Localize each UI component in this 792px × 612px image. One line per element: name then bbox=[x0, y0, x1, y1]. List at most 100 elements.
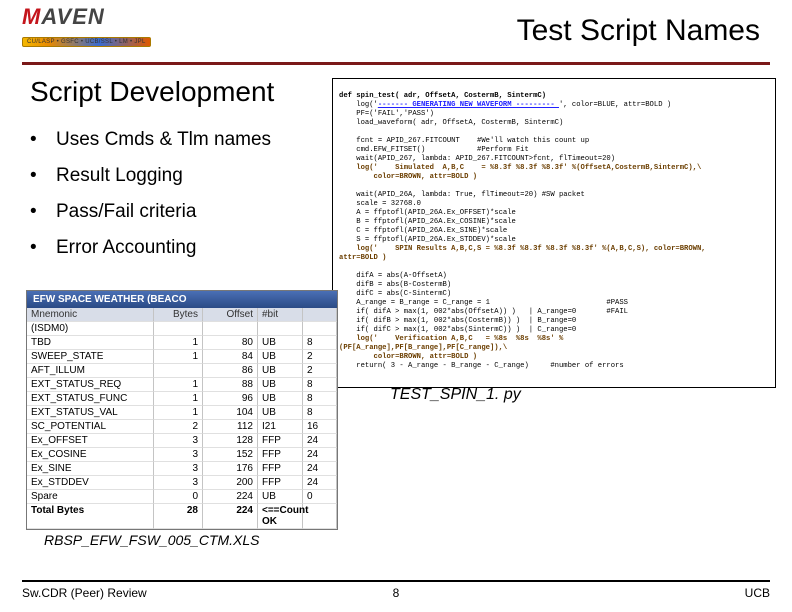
cell-of: 224 bbox=[203, 504, 258, 529]
code-line: C = ffptofl(APID_26A.Ex_SINE)*scale bbox=[339, 227, 507, 235]
code-line: S = ffptofl(APID_26A.Ex_STDDEV)*scale bbox=[339, 236, 516, 244]
cell-by: 3 bbox=[154, 434, 203, 448]
code-line: difB = abs(B-CostermB) bbox=[339, 281, 451, 289]
table-column-header: Mnemonic Bytes Offset #bit bbox=[27, 308, 337, 322]
bullet-text: Uses Cmds & Tlm names bbox=[56, 129, 271, 150]
col-offset: Offset bbox=[203, 308, 258, 322]
cell-mn: SWEEP_STATE bbox=[27, 350, 154, 364]
cell-no: 24 bbox=[303, 448, 337, 462]
cell-bi: FFP bbox=[258, 462, 303, 476]
cell-mn: Ex_COSINE bbox=[27, 448, 154, 462]
bullet-item: •Error Accounting bbox=[30, 230, 271, 266]
cell-no: 0 bbox=[303, 490, 337, 504]
code-line: log(' Simulated A,B,C = %8.3f %8.3f %8.3… bbox=[339, 164, 701, 172]
cell-by: 1 bbox=[154, 336, 203, 350]
cell-by: 2 bbox=[154, 420, 203, 434]
code-line: cmd.EFW_FITSET() #Perform Fit bbox=[339, 146, 529, 154]
code-line: wait(APID_26A, lambda: True, flTimeout=2… bbox=[339, 191, 585, 199]
code-line: log(' SPIN Results A,B,C,S = %8.3f %8.3f… bbox=[339, 245, 706, 253]
cell-mn: Ex_OFFSET bbox=[27, 434, 154, 448]
cell-of: 86 bbox=[203, 364, 258, 378]
cell-bi: FFP bbox=[258, 476, 303, 490]
col-bits: #bit bbox=[258, 308, 303, 322]
bullet-text: Error Accounting bbox=[56, 237, 196, 258]
logo-letter: M bbox=[22, 4, 41, 29]
cell-of: 84 bbox=[203, 350, 258, 364]
table-row: Total Bytes28224<==Count OK bbox=[27, 504, 337, 529]
cell-by: 0 bbox=[154, 490, 203, 504]
cell-by bbox=[154, 322, 203, 336]
cell-mn: EXT_STATUS_FUNC bbox=[27, 392, 154, 406]
table-row: (ISDM0) bbox=[27, 322, 337, 336]
cell-by: 1 bbox=[154, 406, 203, 420]
code-line: log(' Verification A,B,C = %8s %8s %8s' … bbox=[339, 335, 563, 343]
cell-by: 1 bbox=[154, 392, 203, 406]
table-title: EFW SPACE WEATHER (BEACO bbox=[27, 291, 337, 308]
cell-bi: UB bbox=[258, 406, 303, 420]
code-line: scale = 32768.0 bbox=[339, 200, 421, 208]
cell-mn: (ISDM0) bbox=[27, 322, 154, 336]
code-line: if( difB > max(1, 002*abs(CostermB)) ) |… bbox=[339, 317, 576, 325]
cell-of bbox=[203, 322, 258, 336]
code-line: difA = abs(A-OffsetA) bbox=[339, 272, 447, 280]
cell-by: 3 bbox=[154, 462, 203, 476]
code-line: fcnt = APID_267.FITCOUNT #We'll watch th… bbox=[339, 137, 589, 145]
code-line: if( difC > max(1, 002*abs(SintermC)) ) |… bbox=[339, 326, 576, 334]
code-line: (PF[A_range],PF[B_range],PF[C_range]),\ bbox=[339, 344, 507, 352]
section-title: Script Development bbox=[30, 76, 274, 108]
col-bytes: Bytes bbox=[154, 308, 203, 322]
bullet-item: •Uses Cmds & Tlm names bbox=[30, 122, 271, 158]
logo-subline: CU/LASP • GSFC • UCB/SSL • LM • JPL bbox=[22, 37, 151, 47]
code-line: difC = abs(C-SintermC) bbox=[339, 290, 451, 298]
code-line: load_waveform( adr, OffsetA, CostermB, S… bbox=[339, 119, 563, 127]
cell-no: 16 bbox=[303, 420, 337, 434]
table-row: Ex_COSINE3152FFP24 bbox=[27, 448, 337, 462]
cell-by: 3 bbox=[154, 476, 203, 490]
cell-of: 152 bbox=[203, 448, 258, 462]
cell-bi: UB bbox=[258, 378, 303, 392]
ctm-table: EFW SPACE WEATHER (BEACO Mnemonic Bytes … bbox=[26, 290, 338, 530]
cell-no bbox=[303, 322, 337, 336]
cell-mn: Total Bytes bbox=[27, 504, 154, 529]
cell-mn: Ex_SINE bbox=[27, 462, 154, 476]
cell-no bbox=[303, 504, 337, 529]
code-line: PF=('FAIL','PASS') bbox=[339, 110, 434, 118]
cell-mn: TBD bbox=[27, 336, 154, 350]
cell-no: 8 bbox=[303, 406, 337, 420]
table-row: AFT_ILLUM86UB2 bbox=[27, 364, 337, 378]
table-row: Spare0224UB0 bbox=[27, 490, 337, 504]
code-line: A = ffptofl(APID_26A.Ex_OFFSET)*scale bbox=[339, 209, 516, 217]
code-line: attr=BOLD ) bbox=[339, 254, 386, 262]
cell-no: 8 bbox=[303, 336, 337, 350]
xls-filename: RBSP_EFW_FSW_005_CTM.XLS bbox=[44, 532, 260, 548]
logo-wordmark: MAVEN bbox=[22, 4, 151, 30]
table-row: Ex_OFFSET3128FFP24 bbox=[27, 434, 337, 448]
col-mnemonic: Mnemonic bbox=[27, 308, 154, 322]
cell-of: 176 bbox=[203, 462, 258, 476]
cell-by: 28 bbox=[154, 504, 203, 529]
cell-mn: EXT_STATUS_VAL bbox=[27, 406, 154, 420]
code-line: wait(APID_267, lambda: APID_267.FITCOUNT… bbox=[339, 155, 615, 163]
bullet-text: Result Logging bbox=[56, 165, 183, 186]
cell-bi: UB bbox=[258, 392, 303, 406]
maven-logo: MAVEN CU/LASP • GSFC • UCB/SSL • LM • JP… bbox=[22, 4, 151, 48]
cell-mn: AFT_ILLUM bbox=[27, 364, 154, 378]
cell-no: 2 bbox=[303, 364, 337, 378]
code-line: def spin_test( adr, OffsetA, CostermB, S… bbox=[339, 92, 546, 100]
cell-of: 200 bbox=[203, 476, 258, 490]
cell-mn: EXT_STATUS_REQ bbox=[27, 378, 154, 392]
cell-bi: UB bbox=[258, 336, 303, 350]
code-listing: def spin_test( adr, OffsetA, CostermB, S… bbox=[332, 78, 776, 388]
cell-mn: Spare bbox=[27, 490, 154, 504]
table-row: EXT_STATUS_REQ188UB8 bbox=[27, 378, 337, 392]
cell-by: 1 bbox=[154, 350, 203, 364]
code-line: log('------- GENERATING NEW WAVEFORM ---… bbox=[339, 101, 671, 109]
col-extra bbox=[303, 308, 337, 322]
footer-right: UCB bbox=[745, 586, 770, 600]
cell-no: 24 bbox=[303, 476, 337, 490]
cell-no: 8 bbox=[303, 392, 337, 406]
slide-header: MAVEN CU/LASP • GSFC • UCB/SSL • LM • JP… bbox=[22, 0, 770, 65]
cell-mn: Ex_STDDEV bbox=[27, 476, 154, 490]
cell-bi: UB bbox=[258, 350, 303, 364]
table-row: Ex_SINE3176FFP24 bbox=[27, 462, 337, 476]
